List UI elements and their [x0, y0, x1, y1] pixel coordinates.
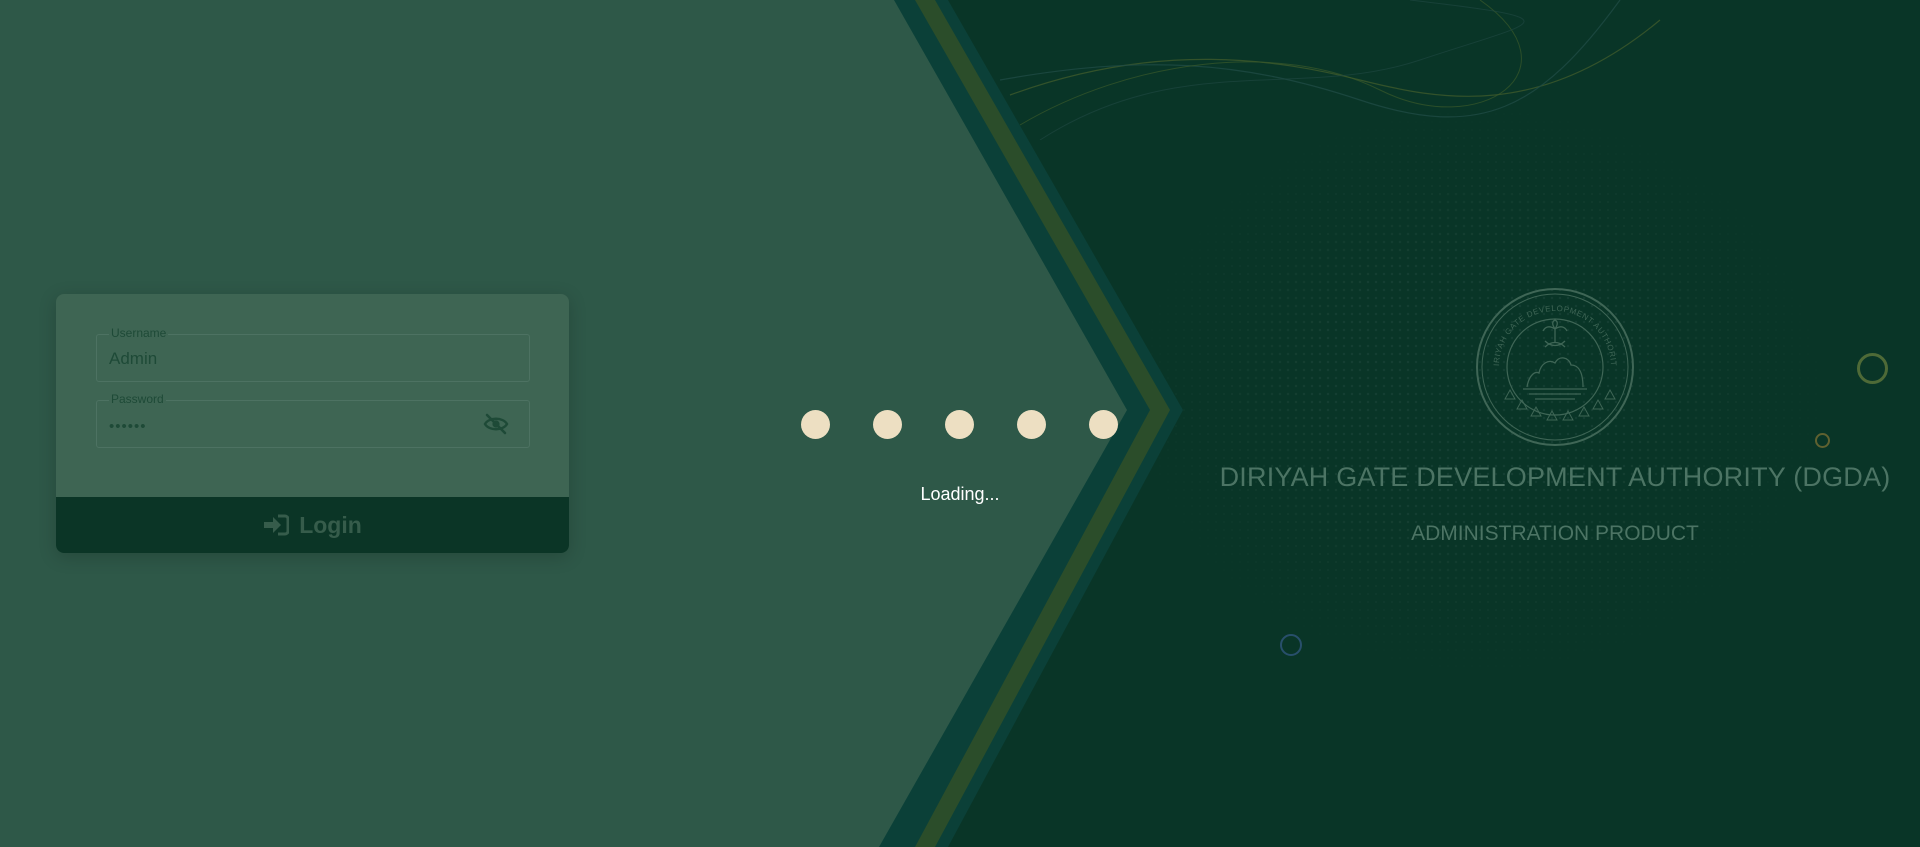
loading-dot — [801, 410, 830, 439]
loading-dot — [1089, 410, 1118, 439]
password-label: Password — [109, 392, 166, 406]
decorative-ring — [1857, 353, 1888, 384]
loading-text: Loading... — [920, 484, 1000, 504]
eye-slash-icon[interactable] — [483, 412, 509, 436]
username-input[interactable]: Admin — [109, 349, 157, 369]
username-label: Username — [109, 326, 169, 340]
loading-dot — [1017, 410, 1046, 439]
decorative-ring — [1815, 433, 1830, 448]
loading-dot — [945, 410, 974, 439]
login-button-label: Login — [299, 511, 362, 538]
login-page: Username Admin Password •••••• Login Loa… — [0, 0, 1920, 847]
username-field[interactable]: Username Admin — [96, 326, 530, 382]
dgda-seal-logo: DIRIYAH GATE DEVELOPMENT AUTHORITY — [1475, 287, 1634, 446]
login-button[interactable]: Login — [56, 497, 569, 553]
product-subtitle: ADMINISTRATION PRODUCT — [1411, 522, 1699, 545]
organization-title: DIRIYAH GATE DEVELOPMENT AUTHORITY (DGDA… — [1219, 462, 1891, 492]
loading-dot — [873, 410, 902, 439]
decorative-ring — [1280, 634, 1302, 656]
sign-in-icon — [263, 514, 290, 536]
password-input[interactable]: •••••• — [109, 418, 147, 435]
password-field[interactable]: Password •••••• — [96, 392, 530, 448]
login-card: Username Admin Password •••••• Login — [56, 294, 569, 553]
